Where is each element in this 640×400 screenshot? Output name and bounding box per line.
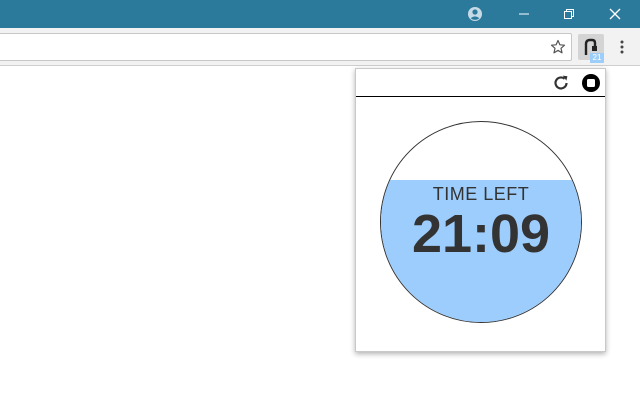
stop-icon[interactable]	[581, 73, 601, 93]
extension-button[interactable]: 21	[578, 34, 604, 63]
menu-icon	[620, 40, 624, 54]
extension-popup: TIME LEFT 21:09	[355, 68, 606, 352]
minimize-button[interactable]	[501, 0, 547, 28]
timer-circle: TIME LEFT 21:09	[380, 121, 582, 323]
time-left-label: TIME LEFT	[432, 184, 530, 204]
time-left-value: 21:09	[411, 204, 551, 264]
browser-toolbar: 21	[0, 28, 640, 66]
restore-icon	[564, 9, 574, 19]
close-button[interactable]	[592, 0, 638, 28]
popup-header	[356, 69, 605, 97]
address-bar[interactable]	[0, 33, 572, 61]
title-bar	[0, 0, 640, 28]
account-icon	[468, 7, 482, 21]
extension-badge: 21	[590, 53, 604, 63]
reload-icon[interactable]	[551, 73, 571, 93]
profile-button[interactable]	[452, 0, 498, 28]
minimize-icon	[519, 13, 529, 15]
restore-button[interactable]	[546, 0, 592, 28]
star-icon[interactable]	[550, 39, 566, 55]
close-icon	[609, 8, 621, 20]
browser-menu-button[interactable]	[612, 36, 632, 58]
